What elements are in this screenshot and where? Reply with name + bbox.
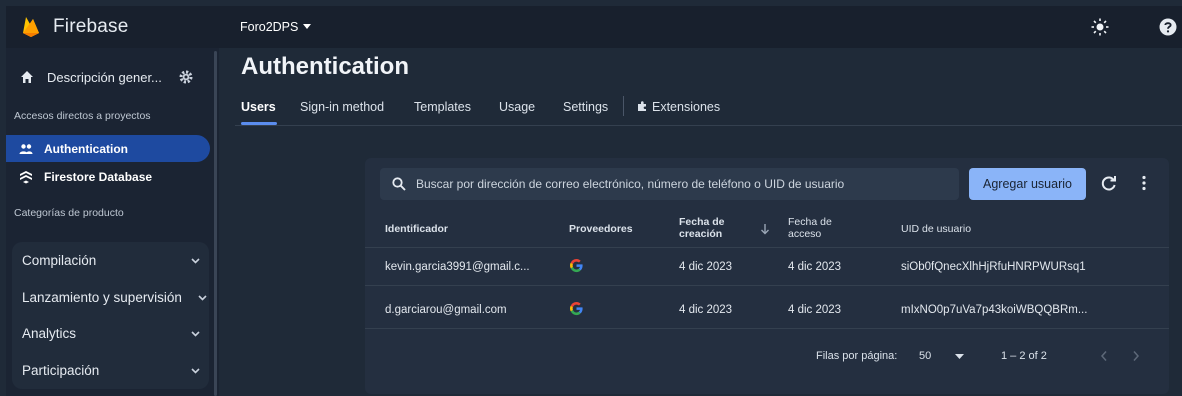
chevron-down-icon [191, 258, 200, 264]
cell-identifier: d.garciarou@gmail.com [385, 304, 507, 316]
table-header: Identificador Proveedores Fecha de creac… [365, 208, 1169, 248]
shortcuts-heading: Accesos directos a proyectos [14, 110, 151, 122]
column-access[interactable]: Fecha de acceso [788, 216, 832, 240]
table-row[interactable]: d.garciarou@gmail.com 4 dic 2023 4 dic 2… [365, 292, 1169, 329]
home-icon [21, 71, 33, 83]
column-created-line2: creación [679, 228, 723, 240]
category-label: Lanzamiento y supervisión [22, 289, 182, 305]
rows-per-page-select[interactable]: 50 [919, 350, 931, 362]
sidebar-item-firestore[interactable]: Firestore Database [6, 163, 210, 190]
add-user-button[interactable]: Agregar usuario [969, 168, 1086, 200]
cell-uid: siOb0fQnecXlhHjRfuHNRPWURsq1 [901, 261, 1086, 273]
tabs-divider [235, 125, 1182, 126]
category-compilacion[interactable]: Compilación [12, 242, 209, 278]
page-title: Authentication [241, 53, 409, 80]
category-label: Participación [22, 362, 100, 378]
cell-created: 4 dic 2023 [679, 304, 733, 316]
column-identifier[interactable]: Identificador [385, 223, 448, 235]
column-access-line2: acceso [788, 228, 822, 240]
category-analytics[interactable]: Analytics [12, 315, 209, 351]
brightness-icon[interactable] [1090, 17, 1110, 37]
column-access-line1: Fecha de [788, 216, 832, 228]
gear-icon[interactable] [178, 69, 194, 85]
categories-heading: Categorías de producto [14, 207, 124, 219]
category-participacion[interactable]: Participación [12, 352, 209, 388]
brand-header[interactable]: Firebase [6, 6, 219, 48]
tab-usage[interactable]: Usage [499, 100, 535, 114]
cell-access: 4 dic 2023 [788, 261, 842, 273]
column-created-line1: Fecha de [679, 216, 725, 228]
search-icon [392, 177, 406, 191]
sidebar-item-authentication[interactable]: Authentication [6, 135, 210, 162]
chevron-right-icon[interactable] [1131, 350, 1141, 362]
arrow-down-icon[interactable] [760, 223, 770, 235]
caret-down-icon [303, 24, 312, 29]
table-row[interactable]: kevin.garcia3991@gmail.c... 4 dic 2023 4… [365, 249, 1169, 286]
tab-users[interactable]: Users [241, 100, 276, 114]
tab-extensions[interactable]: Extensiones [636, 100, 720, 114]
cell-created: 4 dic 2023 [679, 261, 733, 273]
firebase-logo-icon [23, 17, 39, 37]
google-icon [570, 258, 583, 273]
category-label: Compilación [22, 252, 97, 268]
tab-templates[interactable]: Templates [414, 100, 471, 114]
cell-identifier: kevin.garcia3991@gmail.c... [385, 261, 530, 273]
chevron-down-icon [191, 368, 200, 374]
chevron-down-icon [191, 331, 200, 337]
tab-settings[interactable]: Settings [563, 100, 608, 114]
column-uid[interactable]: UID de usuario [901, 223, 971, 235]
more-vert-icon[interactable] [1135, 174, 1153, 192]
project-selector[interactable]: Foro2DPS [240, 20, 312, 34]
rows-per-page-label: Filas por página: [816, 350, 898, 362]
page-range: 1 – 2 of 2 [1001, 350, 1047, 362]
chevron-left-icon[interactable] [1099, 350, 1109, 362]
cell-uid: mIxNO0p7uVa7p43koiWBQQBRm... [901, 304, 1088, 316]
category-label: Analytics [22, 325, 77, 341]
top-bar: Foro2DPS [219, 6, 1182, 48]
sidebar-item-label: Authentication [44, 141, 128, 156]
help-icon[interactable] [1159, 18, 1177, 36]
users-card: Agregar usuario Identificador Proveedore… [365, 158, 1169, 394]
cell-access: 4 dic 2023 [788, 304, 842, 316]
caret-down-icon[interactable] [955, 354, 964, 360]
google-icon [570, 301, 583, 316]
search-input[interactable] [416, 177, 956, 191]
firestore-icon [20, 170, 32, 183]
people-icon [19, 143, 33, 154]
sidebar-item-label: Firestore Database [44, 169, 153, 184]
project-overview-link[interactable]: Descripción gener... [6, 59, 219, 95]
refresh-icon[interactable] [1100, 174, 1118, 192]
tab-sign-in-method[interactable]: Sign-in method [300, 100, 384, 114]
project-name: Foro2DPS [240, 20, 299, 34]
tab-divider [623, 96, 624, 116]
extensions-icon [638, 101, 646, 111]
product-categories: Compilación Lanzamiento y supervisión An… [12, 242, 209, 389]
overview-label: Descripción gener... [47, 69, 162, 85]
category-lanzamiento[interactable]: Lanzamiento y supervisión [12, 279, 209, 315]
tab-extensions-label: Extensiones [652, 100, 721, 114]
column-created[interactable]: Fecha de creación [679, 216, 725, 240]
sidebar-scrollbar[interactable] [214, 51, 217, 396]
table-footer: Filas por página: 50 1 – 2 of 2 [365, 350, 1169, 380]
chevron-down-icon [198, 295, 207, 301]
brand-name: Firebase [53, 16, 129, 37]
search-bar[interactable] [380, 168, 959, 200]
column-providers[interactable]: Proveedores [569, 223, 633, 235]
sidebar: Firebase Descripción gener... Accesos di… [6, 6, 219, 396]
